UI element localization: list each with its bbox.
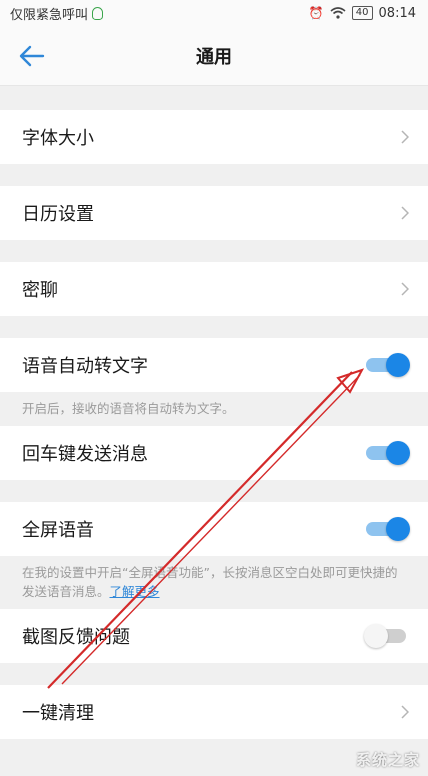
screenshot-feedback-label: 截图反馈问题: [22, 627, 130, 648]
page-title: 通用: [196, 46, 232, 68]
section-gap: [0, 663, 428, 685]
fullscreen-voice-toggle[interactable]: [364, 517, 410, 541]
status-right: ⏰ 40 08:14: [309, 6, 416, 21]
settings-item-calendar[interactable]: 日历设置: [0, 186, 428, 240]
section-gap: [0, 240, 428, 262]
battery-level: 40: [355, 7, 369, 18]
status-bar: 仅限紧急呼叫 ⏰ 40 08:14: [0, 0, 428, 26]
toggle-knob: [364, 624, 388, 648]
wifi-icon: [330, 7, 346, 19]
enter-send-toggle[interactable]: [364, 441, 410, 465]
status-left: 仅限紧急呼叫: [10, 4, 104, 23]
voice-to-text-toggle[interactable]: [364, 353, 410, 377]
clock: 08:14: [378, 5, 416, 21]
screenshot-feedback-toggle[interactable]: [364, 624, 410, 648]
settings-item-fullscreen-voice: 全屏语音: [0, 502, 428, 556]
chevron-right-icon: [400, 130, 410, 144]
calendar-label: 日历设置: [22, 204, 94, 225]
watermark-logo: 系统之家: [355, 751, 420, 769]
learn-more-link[interactable]: 了解更多: [110, 584, 160, 599]
back-button[interactable]: [14, 40, 50, 72]
settings-item-font-size[interactable]: 字体大小: [0, 110, 428, 164]
toggle-knob: [386, 353, 410, 377]
toggle-knob: [386, 441, 410, 465]
fullscreen-voice-description: 在我的设置中开启“全屏语音功能”，长按消息区空白处即可更快捷的发送语音消息。了解…: [0, 556, 428, 609]
secret-chat-label: 密聊: [22, 280, 58, 301]
fullscreen-voice-label: 全屏语音: [22, 520, 94, 541]
voice-to-text-label: 语音自动转文字: [22, 356, 148, 377]
section-gap: [0, 316, 428, 338]
settings-item-one-key-clean[interactable]: 一键清理: [0, 685, 428, 739]
title-bar: 通用: [0, 26, 428, 86]
settings-item-enter-send: 回车键发送消息: [0, 426, 428, 480]
one-key-clean-label: 一键清理: [22, 703, 94, 724]
battery-icon: 40: [351, 6, 373, 20]
chevron-right-icon: [400, 705, 410, 719]
alarm-icon: ⏰: [308, 6, 324, 20]
back-arrow-icon: [19, 45, 45, 67]
carrier-text: 仅限紧急呼叫: [10, 7, 89, 23]
fullscreen-voice-desc-text: 在我的设置中开启“全屏语音功能”，长按消息区空白处即可更快捷的发送语音消息。: [22, 565, 398, 599]
settings-item-voice-to-text: 语音自动转文字: [0, 338, 428, 392]
voice-to-text-description: 开启后，接收的语音将自动转为文字。: [0, 392, 428, 426]
section-gap: [0, 164, 428, 186]
settings-item-screenshot-feedback: 截图反馈问题: [0, 609, 428, 663]
settings-item-secret-chat[interactable]: 密聊: [0, 262, 428, 316]
qq-icon: [92, 6, 104, 20]
section-gap: [0, 86, 428, 110]
font-size-label: 字体大小: [22, 128, 94, 149]
chevron-right-icon: [400, 206, 410, 220]
enter-send-label: 回车键发送消息: [22, 444, 148, 465]
section-gap: [0, 480, 428, 502]
chevron-right-icon: [400, 282, 410, 296]
toggle-knob: [386, 517, 410, 541]
